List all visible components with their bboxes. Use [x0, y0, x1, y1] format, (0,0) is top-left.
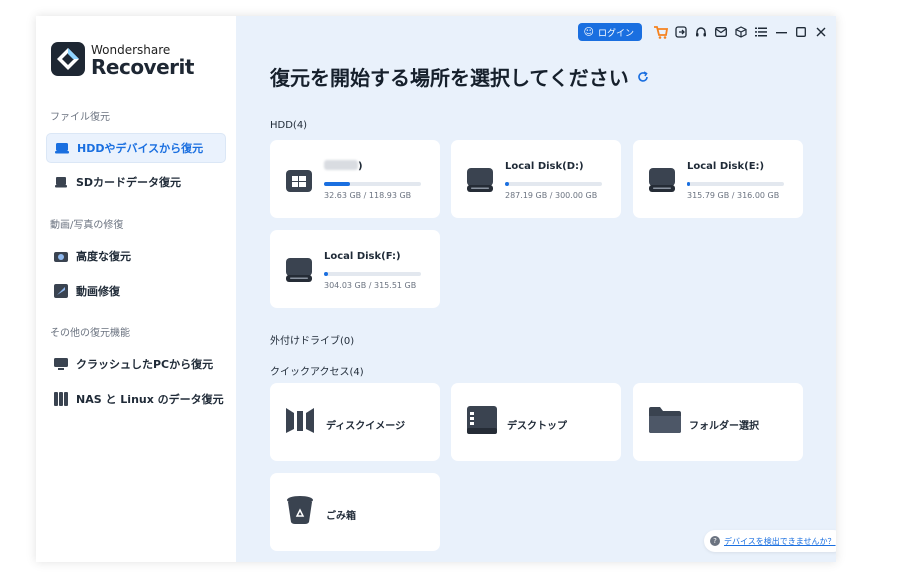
recoverit-logo-icon — [51, 42, 85, 76]
section-video-photo-repair: 動画/写真の修復 — [50, 220, 124, 231]
main-panel: ☺ ログイン 復元を開始する場所を選択してください HDD(4)) 32.63… — [236, 16, 836, 562]
hard-disk-icon — [286, 258, 312, 286]
camera-icon — [54, 249, 68, 263]
disk-usage-fill — [505, 182, 509, 186]
brand-big: Recoverit — [91, 55, 194, 79]
disk-usage-bar — [505, 182, 602, 186]
disk-name-redacted — [324, 160, 358, 170]
cart-icon[interactable] — [654, 25, 668, 39]
sidebar-item-label: HDDやデバイスから復元 — [77, 142, 204, 155]
quick-access-label: フォルダー選択 — [689, 421, 759, 432]
hdd-section-label: HDD(4) — [270, 120, 308, 131]
sidebar-item-crashed-pc[interactable]: クラッシュしたPCから復元 — [46, 350, 224, 378]
nas-icon — [54, 392, 68, 406]
external-drive-label: 外付けドライブ(0) — [270, 336, 355, 347]
export-icon[interactable] — [674, 25, 688, 39]
disk-usage-fill — [687, 182, 690, 186]
disk-card-system[interactable]: ) 32.63 GB / 118.93 GB — [270, 140, 440, 218]
disk-image-icon — [286, 405, 314, 439]
sidebar-item-sd-card[interactable]: SDカードデータ復元 — [46, 168, 224, 196]
hdd-icon — [55, 141, 69, 155]
help-link-text: デバイスを検出できませんか？ — [724, 536, 836, 546]
disk-name: ) — [358, 161, 363, 172]
box-icon[interactable] — [734, 25, 748, 39]
user-icon: ☺ — [583, 26, 594, 38]
close-icon[interactable] — [814, 25, 828, 39]
minimize-icon[interactable] — [774, 25, 788, 39]
sidebar-item-video-repair[interactable]: 動画修復 — [46, 277, 224, 305]
sidebar-item-label: 高度な復元 — [76, 250, 131, 263]
disk-usage-fill — [324, 182, 351, 186]
titlebar: ☺ ログイン — [577, 22, 828, 42]
sidebar: Wondershare Recoverit ファイル復元 HDDやデバイスから復… — [36, 16, 236, 562]
login-label: ログイン — [597, 28, 634, 39]
sidebar-item-label: SDカードデータ復元 — [76, 176, 182, 189]
disk-size: 304.03 GB / 315.51 GB — [324, 281, 417, 290]
disk-name: Local Disk(F:) — [324, 251, 401, 262]
disk-name: Local Disk(D:) — [505, 161, 584, 172]
windows-disk-icon — [286, 168, 312, 198]
monitor-icon — [54, 357, 68, 371]
login-button[interactable]: ☺ ログイン — [577, 23, 642, 41]
folder-icon — [649, 405, 681, 439]
disk-size: 287.19 GB / 300.00 GB — [505, 191, 598, 200]
refresh-icon[interactable] — [637, 70, 649, 83]
headset-icon[interactable] — [694, 25, 708, 39]
sidebar-item-label: クラッシュしたPCから復元 — [76, 358, 214, 371]
app-window: Wondershare Recoverit ファイル復元 HDDやデバイスから復… — [36, 16, 836, 562]
hard-disk-icon — [649, 168, 675, 196]
video-repair-icon — [54, 284, 68, 298]
quick-access-folder[interactable]: フォルダー選択 — [633, 383, 803, 461]
quick-access-desktop[interactable]: デスクトップ — [451, 383, 621, 461]
hard-disk-icon — [467, 168, 493, 196]
disk-size: 315.79 GB / 316.00 GB — [687, 191, 780, 200]
sidebar-item-nas-linux[interactable]: NAS と Linux のデータ復元 — [46, 385, 224, 413]
sidebar-item-advanced[interactable]: 高度な復元 — [46, 242, 224, 270]
disk-card-f[interactable]: Local Disk(F:) 304.03 GB / 315.51 GB — [270, 230, 440, 308]
quick-access-label: ごみ箱 — [326, 511, 356, 522]
sd-card-icon — [54, 175, 68, 189]
trash-icon — [286, 495, 314, 529]
quick-access-label: クイックアクセス(4) — [270, 367, 364, 378]
section-file-recovery: ファイル復元 — [50, 112, 110, 123]
disk-usage-bar — [687, 182, 784, 186]
section-other-features: その他の復元機能 — [50, 328, 130, 339]
disk-card-e[interactable]: Local Disk(E:) 315.79 GB / 316.00 GB — [633, 140, 803, 218]
quick-access-trash[interactable]: ごみ箱 — [270, 473, 440, 551]
maximize-icon[interactable] — [794, 25, 808, 39]
app-logo: Wondershare Recoverit — [51, 42, 221, 79]
sidebar-item-hdd[interactable]: HDDやデバイスから復元 — [46, 133, 226, 163]
sidebar-item-label: NAS と Linux のデータ復元 — [76, 393, 224, 406]
disk-usage-bar — [324, 272, 421, 276]
disk-card-d[interactable]: Local Disk(D:) 287.19 GB / 300.00 GB — [451, 140, 621, 218]
desktop-icon — [467, 405, 497, 439]
disk-name: Local Disk(E:) — [687, 161, 765, 172]
help-icon: ? — [710, 536, 720, 546]
quick-access-label: ディスクイメージ — [326, 421, 406, 432]
disk-usage-fill — [324, 272, 328, 276]
disk-usage-bar — [324, 182, 421, 186]
page-title: 復元を開始する場所を選択してください — [270, 62, 649, 91]
menu-icon[interactable] — [754, 25, 768, 39]
device-not-found-link[interactable]: ? デバイスを検出できませんか？ — [704, 530, 836, 552]
page-title-text: 復元を開始する場所を選択してください — [270, 66, 629, 90]
quick-access-label: デスクトップ — [507, 421, 567, 432]
mail-icon[interactable] — [714, 25, 728, 39]
sidebar-item-label: 動画修復 — [76, 285, 120, 298]
quick-access-disk-image[interactable]: ディスクイメージ — [270, 383, 440, 461]
disk-size: 32.63 GB / 118.93 GB — [324, 191, 412, 200]
